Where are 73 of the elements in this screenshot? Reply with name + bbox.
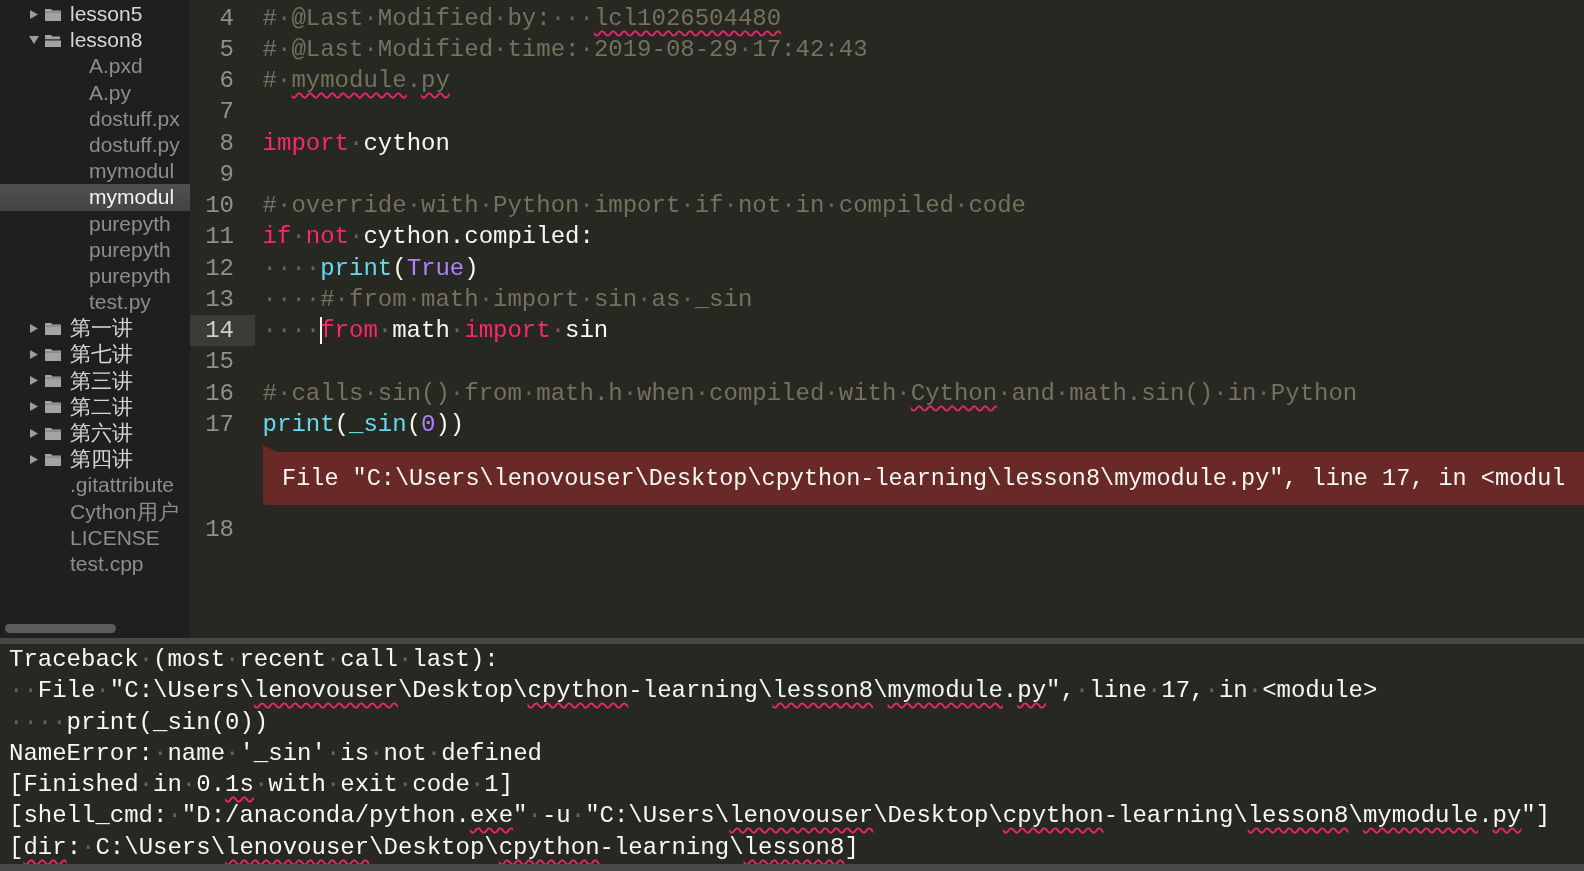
triangle-right-icon[interactable]	[30, 9, 38, 19]
line-number: 5	[219, 35, 234, 63]
code-line: #·mymodule.py	[262, 67, 450, 95]
line-number: 16	[205, 379, 234, 407]
folder-icon	[44, 452, 61, 466]
file-item[interactable]: mymodul	[0, 184, 190, 211]
line-number: 9	[219, 160, 234, 188]
open-folder-icon	[44, 33, 61, 47]
code-line: #·override·with·Python·import·if·not·in·compiled·code	[262, 192, 1026, 220]
folder-icon	[44, 426, 61, 440]
triangle-right-icon[interactable]	[30, 376, 38, 386]
console-line: [Finished·in·0.1s·with·exit·code·1]	[9, 770, 514, 800]
code-line: if·not·cython.compiled:	[262, 223, 594, 251]
line-number: 12	[205, 254, 234, 282]
file-item[interactable]: LICENSE	[0, 524, 190, 551]
error-popup: File "C:\Users\lenovouser\Desktop\cpython-learning\lesson8\mymodule.py", line 17, in <modul	[262, 444, 1584, 505]
file-item[interactable]: test.py	[0, 289, 190, 316]
folder-icon	[44, 321, 61, 335]
file-item[interactable]: purepyth	[0, 236, 190, 263]
file-item[interactable]: test.cpp	[0, 550, 190, 578]
file-item[interactable]: .gitattribute	[0, 472, 190, 499]
triangle-right-icon[interactable]	[30, 402, 38, 412]
code-line: #·@Last·Modified·by:···lcl1026504480	[262, 4, 782, 32]
triangle-down-icon[interactable]	[29, 36, 39, 45]
console-line: [dir:·C:\Users\lenovouser\Desktop\cpython-learning\lesson8]	[9, 832, 859, 863]
console-line: [shell_cmd:·"D:/anaconda/python.exe"·-u·"C:\Users\lenovouser\Desktop\cpython-learning\lesson8\mymodule.py"]	[9, 801, 1551, 832]
folder-item[interactable]: lesson5	[0, 1, 190, 28]
code-line: print(_sin(0))	[262, 410, 465, 438]
line-number: 17	[205, 410, 234, 438]
file-item[interactable]: Cython用户	[0, 498, 190, 525]
console-line: Traceback·(most·recent·call·last):	[9, 645, 499, 675]
folder-icon	[44, 400, 61, 414]
line-number: 18	[205, 515, 234, 543]
folder-item[interactable]: lesson8	[0, 27, 190, 54]
triangle-right-icon[interactable]	[30, 350, 38, 360]
triangle-right-icon[interactable]	[30, 454, 38, 464]
console-line: NameError:·name·'_sin'·is·not·defined	[9, 738, 542, 769]
triangle-right-icon[interactable]	[30, 323, 38, 333]
folder-item[interactable]: 第六讲	[0, 420, 190, 447]
folder-icon	[44, 348, 61, 362]
console-line: ··File·"C:\Users\lenovouser\Desktop\cpython-learning\lesson8\mymodule.py",·line·17,·in·<module>	[9, 676, 1378, 707]
code-line: #·calls·sin()·from·math.h·when·compiled·with·Cython·and·math.sin()·in·Python	[262, 379, 1358, 407]
triangle-right-icon[interactable]	[30, 428, 38, 438]
line-number: 4	[219, 4, 234, 32]
code-line: import·cython	[262, 129, 450, 157]
file-item[interactable]: purepyth	[0, 210, 190, 237]
file-item[interactable]: purepyth	[0, 262, 190, 290]
line-number: 15	[205, 348, 234, 376]
code-line: #·@Last·Modified·time:·2019-08-29·17:42:43	[262, 35, 868, 63]
line-number: 7	[219, 98, 234, 126]
code-line: ····from·math·import·sin	[262, 317, 609, 345]
line-number: 10	[205, 192, 234, 220]
code-line: ····#·from·math·import·sin·as·_sin	[262, 285, 753, 313]
line-number: 11	[205, 223, 234, 251]
folder-item[interactable]: 第一讲	[0, 315, 190, 342]
folder-icon	[44, 7, 61, 21]
line-number: 8	[219, 129, 234, 157]
file-item[interactable]: dostuff.px	[0, 105, 190, 132]
file-item[interactable]: dostuff.py	[0, 131, 190, 159]
scrollbar-thumb[interactable]	[5, 624, 116, 633]
folder-icon	[44, 374, 61, 388]
folder-item[interactable]: 第四讲	[0, 446, 190, 473]
console-line: ····print(_sin(0))	[9, 707, 269, 738]
line-number: 6	[219, 67, 234, 95]
folder-item[interactable]: 第二讲	[0, 393, 190, 420]
file-item[interactable]: mymodul	[0, 158, 190, 185]
file-item[interactable]: A.pxd	[0, 53, 190, 80]
line-number: 14	[205, 317, 234, 345]
code-line: ····print(True)	[262, 254, 479, 282]
file-item[interactable]: A.py	[0, 79, 190, 106]
folder-item[interactable]: 第三讲	[0, 367, 190, 394]
folder-item[interactable]: 第七讲	[0, 341, 190, 368]
line-number: 13	[205, 285, 234, 313]
